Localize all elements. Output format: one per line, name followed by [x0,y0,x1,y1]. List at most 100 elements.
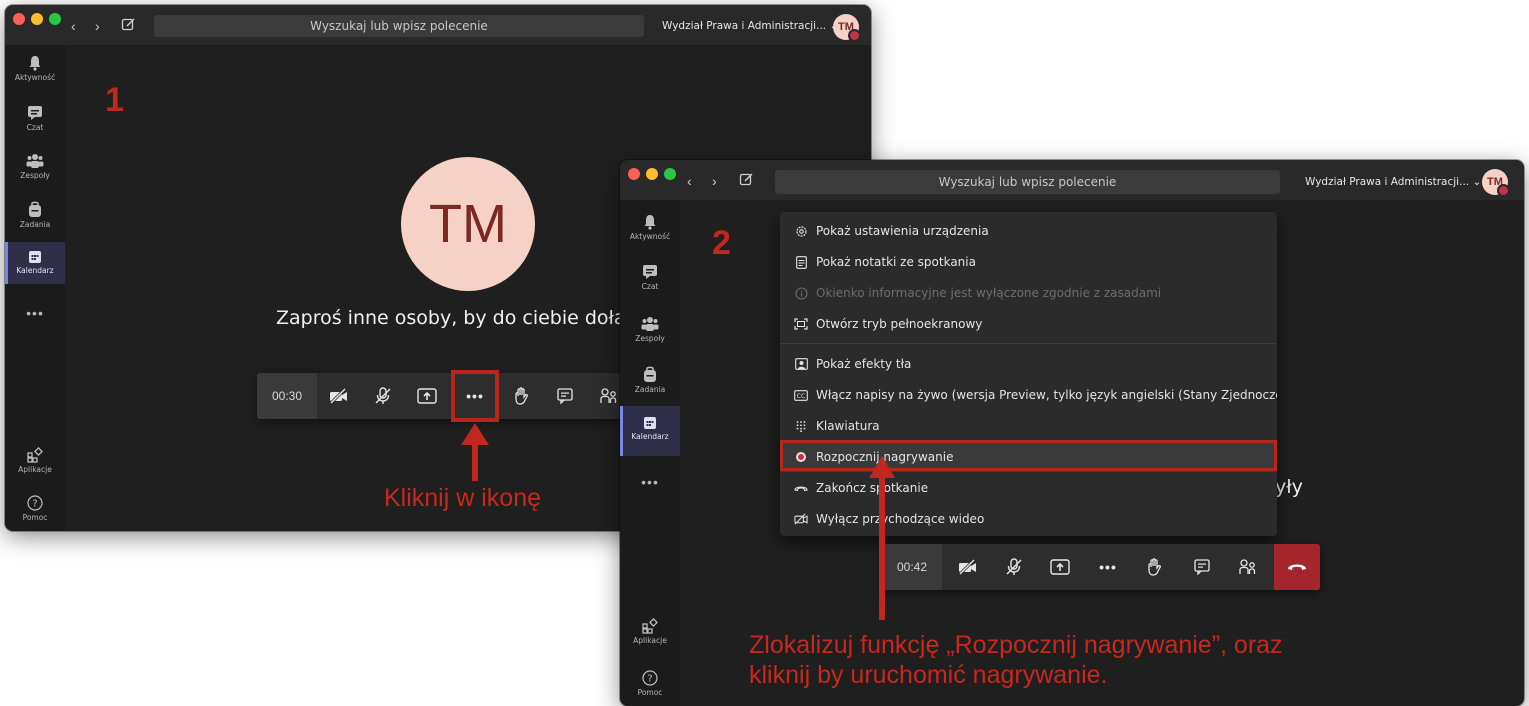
people-icon [600,388,617,403]
chat-button[interactable] [1180,544,1224,590]
meeting-controls: 00:30 ••• [257,373,637,419]
invite-text: Zaproś inne osoby, by do ciebie dołąc [276,307,637,329]
hand-icon [515,387,528,405]
backpack-icon [644,366,656,382]
title-bar: ‹ › Wyszukaj lub wpisz polecenie Wydział… [620,160,1524,200]
minimize-window-button[interactable] [646,168,658,180]
rail-label-teams: Zespoły [20,171,50,180]
raise-hand-button[interactable] [1132,544,1176,590]
rail-item-activity[interactable]: Aktywność [5,55,65,82]
rail-item-assignments[interactable]: Zadania [5,201,65,229]
new-chat-icon[interactable] [739,172,754,192]
rail-item-activity[interactable]: Aktywność [620,214,680,241]
rail-item-apps[interactable]: Aplikacje [5,447,65,474]
back-button[interactable]: ‹ [687,173,692,189]
camera-off-icon [329,388,347,404]
help-icon: ? [642,670,658,686]
rail-item-teams[interactable]: Zespoły [620,316,680,343]
mute-button[interactable] [992,544,1036,590]
rail-label-help: Pomoc [22,513,48,522]
rail-item-teams[interactable]: Zespoły [5,153,65,180]
rail-item-apps[interactable]: Aplikacje [620,618,680,645]
chevron-down-icon: ⌄ [1472,176,1482,188]
title-bar: ‹ › Wyszukaj lub wpisz polecenie Wydział… [5,5,871,45]
closed-captions-icon: CC [794,389,808,401]
menu-item-keypad[interactable]: Klawiatura [780,411,1277,441]
rail-item-help[interactable]: ? Pomoc [620,670,680,697]
chat-icon [28,106,42,120]
new-chat-icon[interactable] [121,17,136,37]
rail-item-assignments[interactable]: Zadania [620,366,680,394]
share-button[interactable] [405,373,449,419]
maximize-window-button[interactable] [664,168,676,180]
back-button[interactable]: ‹ [71,18,76,34]
camera-off-icon [958,559,976,575]
share-screen-icon [417,388,437,404]
camera-off-button[interactable] [317,373,361,419]
rail-item-help[interactable]: ? Pomoc [5,495,65,522]
highlight-box-start-recording [780,440,1277,471]
user-avatar[interactable]: TM [833,14,861,42]
maximize-window-button[interactable] [49,13,61,25]
teams-icon [26,154,44,168]
calendar-icon [29,251,41,263]
menu-item-end-meeting[interactable]: Zakończ spotkanie [780,473,1277,503]
close-window-button[interactable] [13,13,25,25]
menu-label: Włącz napisy na żywo (wersja Preview, ty… [816,388,1277,402]
rail-label-assignments: Zadania [634,385,666,394]
forward-button[interactable]: › [712,173,717,189]
rail-label-apps: Aplikacje [18,465,52,474]
org-switcher[interactable]: Wydział Prawa i Administracji... ⌄ [1305,176,1481,188]
rail-item-chat[interactable]: Czat [5,105,65,132]
apps-icon [642,618,658,634]
menu-label: Klawiatura [816,419,880,433]
menu-item-meeting-notes[interactable]: Pokaż notatki ze spotkania [780,247,1277,277]
hang-up-icon [1288,564,1306,570]
camera-off-button[interactable] [946,544,990,590]
user-avatar[interactable]: TM [1482,169,1510,197]
rail-label-teams: Zespoły [635,334,665,343]
instruction-text: Kliknij w ikonę [384,484,542,512]
participant-avatar: TM [401,157,535,291]
close-window-button[interactable] [628,168,640,180]
rail-label-activity: Aktywność [14,73,56,82]
menu-label: Wyłącz przychodzące wideo [816,512,985,526]
share-button[interactable] [1038,544,1082,590]
share-screen-icon [1050,559,1070,575]
menu-label: Otwórz tryb pełnoekranowy [816,317,983,331]
menu-item-device-settings[interactable]: Pokaż ustawienia urządzenia [780,216,1277,246]
apps-icon [27,447,43,463]
menu-item-live-captions[interactable]: CC Włącz napisy na żywo (wersja Preview,… [780,380,1277,410]
chat-icon [643,265,657,279]
mic-off-icon [375,387,391,404]
mic-off-icon [1006,558,1022,575]
instruction-text-line-1: Zlokalizuj funkcję „Rozpocznij nagrywani… [749,631,1283,659]
more-apps-button[interactable]: ••• [620,474,680,490]
menu-item-fullscreen[interactable]: Otwórz tryb pełnoekranowy [780,309,1277,339]
info-icon [794,286,808,300]
rail-item-calendar[interactable]: Kalendarz [5,242,65,284]
hang-up-icon [794,486,808,492]
participants-button[interactable] [1226,544,1270,590]
menu-item-background-effects[interactable]: Pokaż efekty tła [780,349,1277,379]
more-apps-button[interactable]: ••• [5,305,65,321]
meeting-timer: 00:30 [257,373,317,419]
more-actions-button[interactable]: ••• [1086,544,1130,590]
rail-item-calendar[interactable]: Kalendarz [620,406,680,456]
search-input[interactable]: Wyszukaj lub wpisz polecenie [775,170,1280,194]
menu-item-disable-incoming-video[interactable]: Wyłącz przychodzące wideo [780,504,1277,534]
menu-divider [780,343,1277,344]
hang-up-button[interactable] [1274,544,1320,590]
forward-button[interactable]: › [95,18,100,34]
search-input[interactable]: Wyszukaj lub wpisz polecenie [154,15,644,37]
org-switcher[interactable]: Wydział Prawa i Administracji... ⌄ [662,20,838,32]
up-arrow-icon [869,456,895,620]
fullscreen-icon [794,318,808,330]
chat-button[interactable] [543,373,587,419]
mute-button[interactable] [361,373,405,419]
chat-icon [557,388,573,404]
raise-hand-button[interactable] [499,373,543,419]
rail-item-chat[interactable]: Czat [620,264,680,291]
calendar-icon [644,417,656,429]
minimize-window-button[interactable] [31,13,43,25]
